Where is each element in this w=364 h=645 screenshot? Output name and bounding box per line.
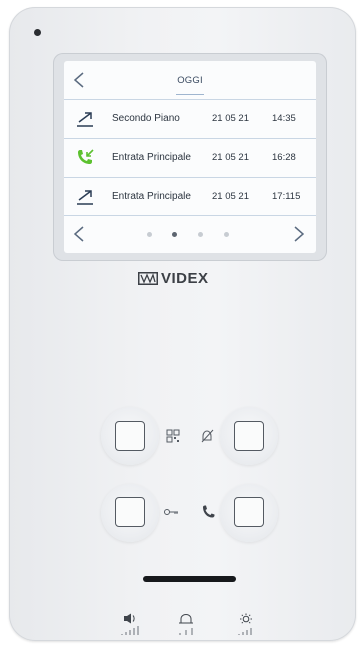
mute-icon (201, 429, 214, 443)
top-right-button[interactable] (234, 421, 264, 451)
caller-name: Entrata Principale (112, 152, 191, 163)
pager (64, 215, 316, 253)
call-date: 21 05 21 (212, 152, 249, 163)
key-icon (164, 509, 178, 515)
call-log-row[interactable]: Entrata Principale 21 05 21 17:115 (64, 177, 316, 216)
call-log-row[interactable]: Entrata Principale 21 05 21 16:28 (64, 138, 316, 177)
volume-icon (121, 613, 139, 635)
caller-name: Entrata Principale (112, 191, 191, 202)
outgoing-call-icon (77, 190, 93, 205)
grid-icon (166, 429, 180, 443)
call-date: 21 05 21 (212, 113, 249, 124)
call-time: 17:115 (272, 191, 301, 202)
next-page-icon[interactable] (292, 225, 306, 243)
brand-name: VIDEX (161, 269, 209, 287)
title-underline (176, 94, 204, 95)
page-dot (147, 232, 152, 237)
brand-logo: VIDEX (138, 269, 209, 287)
call-log-row[interactable]: Secondo Piano 21 05 21 14:35 (64, 99, 316, 138)
phone-icon (203, 505, 215, 518)
videx-logo-icon (138, 271, 158, 285)
call-date: 21 05 21 (212, 191, 249, 202)
top-left-button[interactable] (115, 421, 145, 451)
incoming-call-icon (78, 149, 94, 164)
previous-page-icon[interactable] (72, 225, 86, 243)
bottom-left-button[interactable] (115, 497, 145, 527)
home-bar (143, 576, 236, 582)
call-time: 16:28 (272, 152, 296, 163)
page-dot-active (172, 232, 177, 237)
caller-name: Secondo Piano (112, 113, 180, 124)
display-screen: OGGI Secondo Piano 21 05 21 14:35 Entrat… (64, 61, 316, 253)
bottom-right-button[interactable] (234, 497, 264, 527)
call-time: 14:35 (272, 113, 296, 124)
page-dot (224, 232, 229, 237)
bell-icon (179, 613, 193, 635)
brightness-icon (238, 613, 252, 635)
page-title: OGGI (177, 75, 203, 86)
camera-lens (34, 29, 41, 36)
outgoing-call-icon (77, 112, 93, 127)
page-dot (198, 232, 203, 237)
screen-header: OGGI (64, 61, 316, 99)
